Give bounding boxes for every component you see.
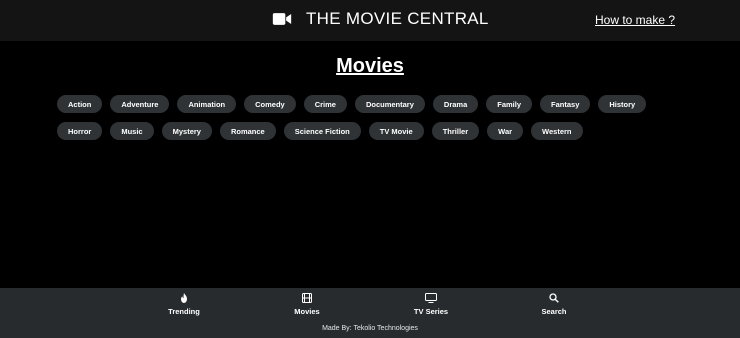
top-header: THE MOVIE CENTRAL How to make ?	[0, 0, 740, 41]
nav-movies[interactable]: Movies	[277, 293, 337, 316]
genre-chip-history[interactable]: History	[598, 95, 647, 113]
nav-trending[interactable]: Trending	[154, 293, 214, 316]
genre-chip-crime[interactable]: Crime	[303, 95, 347, 113]
genre-chip-music[interactable]: Music	[110, 122, 154, 140]
genre-chip-horror[interactable]: Horror	[57, 122, 103, 140]
film-icon	[302, 293, 312, 303]
genre-chip-western[interactable]: Western	[531, 122, 583, 140]
nav-movies-label: Movies	[294, 307, 320, 316]
genre-chip-fantasy[interactable]: Fantasy	[540, 95, 591, 113]
nav-tv-series[interactable]: TV Series	[401, 293, 461, 316]
genre-chip-tv-movie[interactable]: TV Movie	[368, 122, 424, 140]
search-icon	[549, 293, 559, 303]
nav-tv-series-label: TV Series	[413, 307, 449, 316]
genre-chip-romance[interactable]: Romance	[219, 122, 276, 140]
genre-chip-animation[interactable]: Animation	[177, 95, 237, 113]
nav-search[interactable]: Search	[524, 293, 584, 316]
genre-chip-comedy[interactable]: Comedy	[244, 95, 296, 113]
tv-icon	[425, 293, 437, 303]
genre-chip-war[interactable]: War	[487, 122, 524, 140]
genre-chip-thriller[interactable]: Thriller	[431, 122, 480, 140]
genre-chip-drama[interactable]: Drama	[432, 95, 479, 113]
genre-chip-mystery[interactable]: Mystery	[161, 122, 212, 140]
page-title: Movies	[336, 55, 404, 77]
genre-chip-list: Action Adventure Animation Comedy Crime …	[57, 95, 677, 140]
brand[interactable]: THE MOVIE CENTRAL	[272, 9, 489, 29]
genre-chip-science-fiction[interactable]: Science Fiction	[283, 122, 361, 140]
flame-icon	[181, 293, 187, 303]
genre-chip-family[interactable]: Family	[486, 95, 533, 113]
genre-chip-adventure[interactable]: Adventure	[110, 95, 170, 113]
app-root: THE MOVIE CENTRAL How to make ? Movies A…	[0, 0, 740, 338]
nav-search-label: Search	[541, 307, 567, 316]
app-title: THE MOVIE CENTRAL	[306, 9, 489, 28]
genre-chip-action[interactable]: Action	[57, 95, 103, 113]
genre-chip-documentary[interactable]: Documentary	[354, 95, 425, 113]
how-to-make-link[interactable]: How to make ?	[595, 13, 675, 27]
footer-credit: Made By: Tekolio Technologies	[322, 325, 418, 332]
nav-trending-label: Trending	[168, 307, 200, 316]
video-camera-icon	[272, 13, 292, 25]
